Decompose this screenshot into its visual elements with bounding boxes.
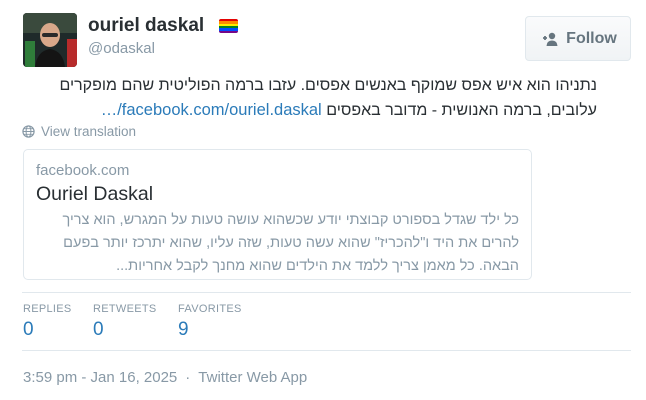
- card-domain: facebook.com: [36, 162, 130, 179]
- author-name[interactable]: ouriel daskal: [88, 15, 204, 37]
- favorites-stat[interactable]: FAVORITES 9: [178, 303, 242, 341]
- retweets-label: RETWEETS: [93, 303, 157, 315]
- card-desc-line-1: כל ילד שגדל בספורט קבוצתי יודע שכשהוא עו…: [62, 212, 519, 228]
- add-user-icon: [543, 32, 558, 46]
- card-description: כל ילד שגדל בספורט קבוצתי יודע שכשהוא עו…: [36, 209, 519, 278]
- tweet-source[interactable]: Twitter Web App: [198, 369, 307, 386]
- follow-button[interactable]: Follow: [525, 16, 631, 61]
- tweet-text-line-2-content: עלובים, ברמה האנושית - מדובר באפסים: [326, 102, 597, 119]
- tweet-text-line-2: עלובים, ברמה האנושית - מדובר באפסים face…: [22, 98, 597, 123]
- favorites-count: 9: [178, 319, 189, 340]
- flag-stripe-purple: [219, 30, 238, 33]
- avatar[interactable]: [23, 13, 77, 67]
- tweet-meta: 3:59 pm - Jan 16, 2025 · Twitter Web App: [23, 369, 307, 386]
- meta-separator: ·: [185, 369, 191, 386]
- card-title: Ouriel Daskal: [36, 183, 154, 205]
- retweets-stat[interactable]: RETWEETS 0: [93, 303, 157, 341]
- follow-button-label: Follow: [566, 29, 617, 47]
- link-card[interactable]: facebook.com Ouriel Daskal כל ילד שגדל ב…: [23, 149, 532, 280]
- favorites-label: FAVORITES: [178, 303, 242, 315]
- view-translation-label: View translation: [41, 124, 137, 139]
- stats-top-divider: [22, 292, 631, 293]
- card-desc-line-3: הבאה. כל מאמן צריך ללמד את הילדים שהוא מ…: [116, 258, 519, 274]
- stats-bottom-divider: [22, 350, 631, 351]
- card-desc-line-2: להרים את היד ו"להכריז" שהוא עשה טעות, שז…: [63, 235, 519, 251]
- tweet-link[interactable]: facebook.com/ouriel.daskal/…: [101, 101, 322, 119]
- replies-stat[interactable]: REPLIES 0: [23, 303, 72, 341]
- globe-icon: [22, 125, 35, 138]
- author-handle[interactable]: @odaskal: [88, 40, 155, 57]
- replies-label: REPLIES: [23, 303, 72, 315]
- replies-count: 0: [23, 319, 34, 340]
- rainbow-flag-icon: [219, 19, 238, 33]
- retweets-count: 0: [93, 319, 104, 340]
- view-translation-link[interactable]: View translation: [22, 124, 136, 139]
- tweet-text: נתניהו הוא איש אפס שמוקף באנשים אפסים. ע…: [22, 73, 597, 123]
- tweet-text-line-1: נתניהו הוא איש אפס שמוקף באנשים אפסים. ע…: [59, 77, 597, 94]
- tweet-timestamp[interactable]: 3:59 pm - Jan 16, 2025: [23, 369, 177, 386]
